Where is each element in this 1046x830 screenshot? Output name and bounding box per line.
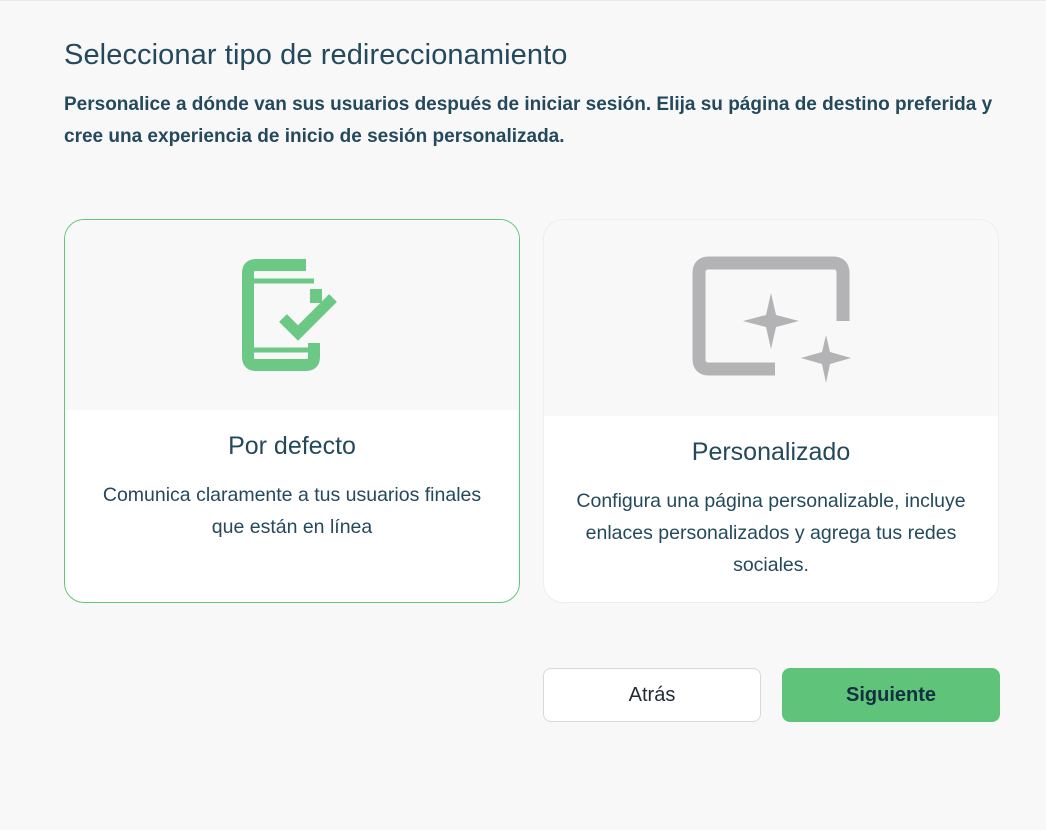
- back-button[interactable]: Atrás: [543, 668, 761, 722]
- next-button[interactable]: Siguiente: [782, 668, 1000, 722]
- option-card-custom[interactable]: Personalizado Configura una página perso…: [543, 219, 999, 603]
- redirect-type-page: Seleccionar tipo de redireccionamiento P…: [0, 0, 1046, 830]
- phone-check-icon: [242, 259, 337, 371]
- option-title-custom: Personalizado: [691, 438, 851, 466]
- option-description-default: Comunica claramente a tus usuarios final…: [102, 484, 482, 538]
- page-subtitle: Personalice a dónde van sus usuarios des…: [64, 94, 993, 147]
- option-media-default: [65, 220, 519, 410]
- option-card-default[interactable]: Por defecto Comunica claramente a tus us…: [64, 219, 520, 603]
- sparkle-frame-icon: [692, 256, 851, 383]
- page-title: Seleccionar tipo de redireccionamiento: [64, 39, 568, 71]
- option-description-custom: Configura una página personalizable, inc…: [576, 490, 966, 576]
- option-title-default: Por defecto: [228, 432, 356, 460]
- option-media-custom: [544, 220, 998, 416]
